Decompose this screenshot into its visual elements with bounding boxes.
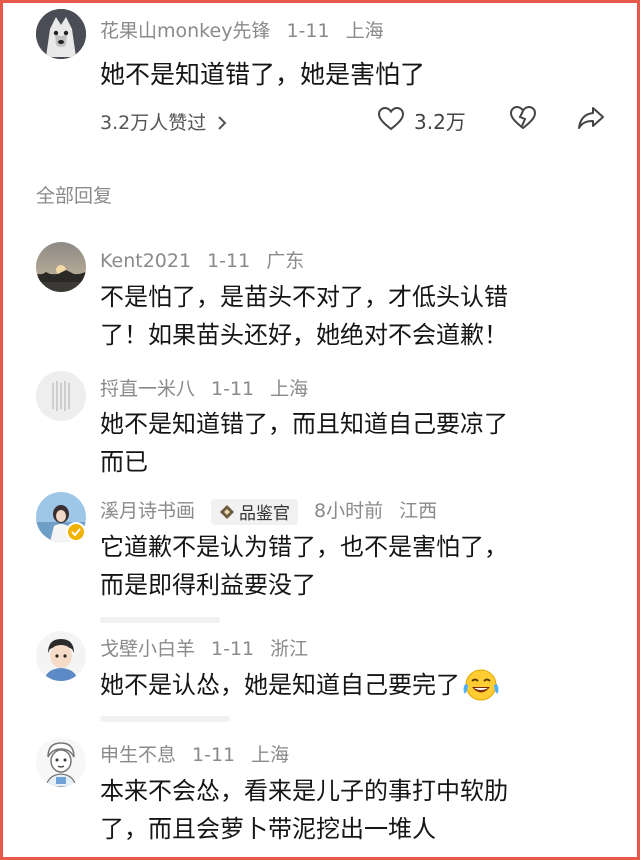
diamond-badge-icon <box>220 504 235 519</box>
divider <box>100 716 230 722</box>
comment-date: 1-11 <box>211 378 255 400</box>
avatar-reply-3[interactable] <box>36 492 86 542</box>
avatar-reply-5[interactable] <box>36 737 86 787</box>
like-count: 3.2万 <box>414 110 466 134</box>
username[interactable]: 花果山monkey先锋 <box>100 20 270 42</box>
verified-badge-icon <box>66 522 86 546</box>
comment-date: 8小时前 <box>314 500 384 522</box>
share-button[interactable] <box>578 106 604 134</box>
badge-label: 品鉴官 <box>239 504 291 524</box>
comment-location: 广东 <box>266 250 305 272</box>
reply-text-line: 她不是认怂，她是知道自己要完了 <box>100 671 460 699</box>
reply-1-meta: Kent2021 1-11 广东 <box>100 246 320 273</box>
username[interactable]: 戈壁小白羊 <box>100 638 195 660</box>
reply-2-meta: 捋直一米八 1-11 上海 <box>100 374 324 401</box>
reply-text-line: 它道歉不是认为错了，也不是害怕了， <box>100 533 508 561</box>
reply-5-meta: 申生不息 1-11 上海 <box>100 740 305 767</box>
avatar-reply-1[interactable] <box>36 242 86 292</box>
reply-2-text: 她不是知道错了，而且知道自己要凉了 而已 <box>100 405 508 481</box>
rank-badge: 品鉴官 <box>211 498 299 525</box>
replies-header: 全部回复 <box>36 185 113 207</box>
reply-4-meta: 戈壁小白羊 1-11 浙江 <box>100 634 324 661</box>
broken-heart-icon <box>509 105 537 134</box>
main-comment-meta: 花果山monkey先锋 1-11 上海 <box>100 16 400 43</box>
comment-date: 1-11 <box>207 250 251 272</box>
likes-summary-link[interactable]: 3.2万人赞过 <box>100 108 228 135</box>
reply-3-text: 它道歉不是认为错了，也不是害怕了， 而是即得利益要没了 <box>100 528 508 604</box>
divider <box>100 617 220 623</box>
reply-text-line: 了，而且会萝卜带泥挖出一堆人 <box>100 815 436 843</box>
comment-date: 1-11 <box>286 20 330 42</box>
username[interactable]: 捋直一米八 <box>100 378 195 400</box>
username[interactable]: 申生不息 <box>100 744 176 766</box>
reply-text-line: 本来不会怂，看来是儿子的事打中软肋 <box>100 777 508 805</box>
like-button[interactable]: 3.2万 <box>377 106 466 135</box>
reply-text-line: 不是怕了，是苗头不对了，才低头认错 <box>100 283 508 311</box>
reply-text-line: 而是即得利益要没了 <box>100 571 316 599</box>
chevron-right-icon <box>212 112 228 134</box>
comment-location: 江西 <box>399 500 438 522</box>
comment-location: 上海 <box>251 744 290 766</box>
reply-4-text: 她不是认怂，她是知道自己要完了 <box>100 666 500 704</box>
comment-location: 上海 <box>270 378 309 400</box>
reply-text-line: 她不是知道错了，而且知道自己要凉了 <box>100 410 508 438</box>
username[interactable]: 溪月诗书画 <box>100 500 195 522</box>
comment-date: 1-11 <box>192 744 236 766</box>
username[interactable]: Kent2021 <box>100 250 191 272</box>
avatar-main[interactable] <box>36 9 86 59</box>
likes-summary-text: 3.2万人赞过 <box>100 112 207 134</box>
avatar-reply-2[interactable] <box>36 371 86 421</box>
comment-location: 浙江 <box>270 638 309 660</box>
reply-text-line: 而已 <box>100 448 148 476</box>
reply-5-text: 本来不会怂，看来是儿子的事打中软肋 了，而且会萝卜带泥挖出一堆人 <box>100 772 508 848</box>
reply-1-text: 不是怕了，是苗头不对了，才低头认错 了！如果苗头还好，她绝对不会道歉！ <box>100 278 508 354</box>
heart-icon <box>377 106 405 135</box>
share-arrow-icon <box>578 107 604 134</box>
avatar-reply-4[interactable] <box>36 631 86 681</box>
tears-of-joy-emoji-icon <box>462 668 500 702</box>
reply-3-meta: 溪月诗书画 品鉴官 8小时前 江西 <box>100 496 453 525</box>
reply-text-line: 了！如果苗头还好，她绝对不会道歉！ <box>100 321 508 349</box>
comment-date: 1-11 <box>211 638 255 660</box>
main-comment-text: 她不是知道错了，她是害怕了 <box>100 60 426 89</box>
dislike-button[interactable] <box>509 105 537 134</box>
comment-location: 上海 <box>345 20 384 42</box>
